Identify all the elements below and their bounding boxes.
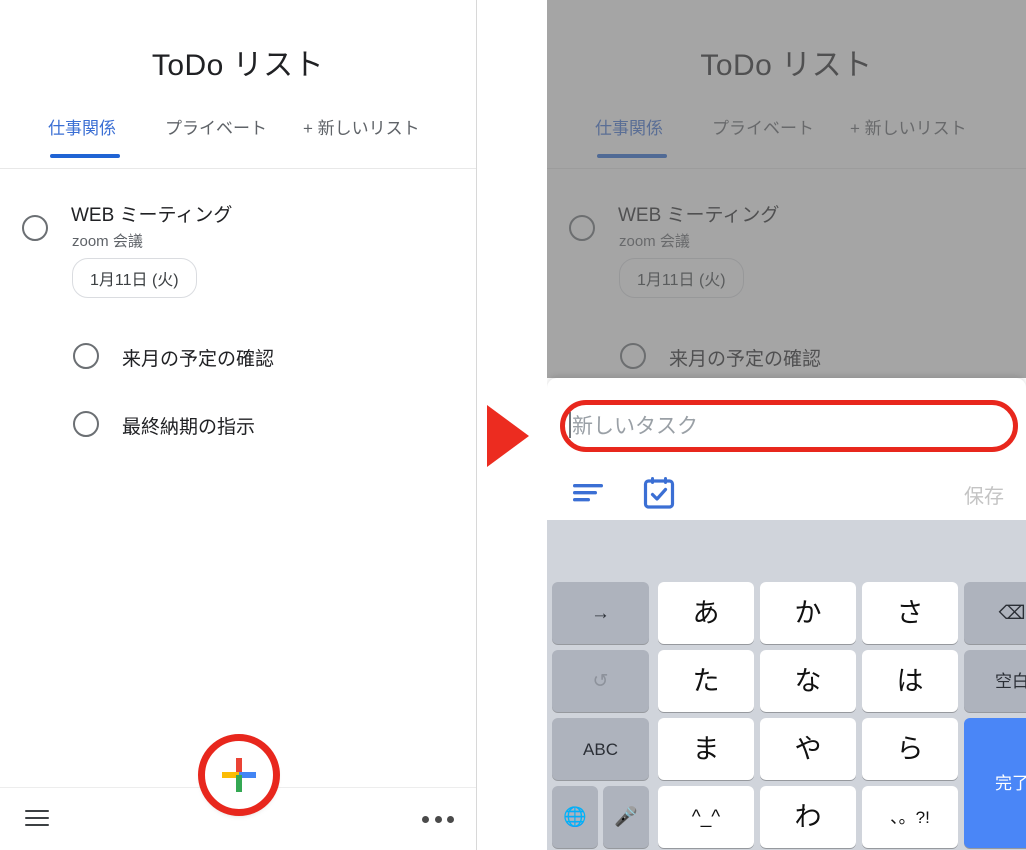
task-title: 来月の予定の確認 <box>122 349 275 370</box>
key-ta[interactable]: た <box>658 650 754 712</box>
todo-app-left: ToDo リスト 仕事関係 プライベート + 新しいリスト WEB ミーティング… <box>0 0 476 850</box>
task-checkbox-circle-icon[interactable] <box>22 215 48 241</box>
key-punct-label: 、。?! <box>890 807 930 827</box>
key-ha-label: は <box>896 665 924 696</box>
software-keyboard: → あ か さ ⌫ ↺ た な は 空白 ABC ま や ら完了 🌐 🎤 ^_^ わ 、。?! <box>547 520 1026 850</box>
key-emoticon-label: ^_^ <box>691 806 721 828</box>
key-ya-label: や <box>794 733 822 764</box>
key-wa-label: わ <box>794 801 822 832</box>
phone-screen-after: ToDo リスト 仕事関係 プライベート + 新しいリスト WEB ミーティング… <box>547 0 1026 850</box>
task-row[interactable]: 最終納期の指示 <box>0 398 476 458</box>
key-ra-label: ら <box>896 733 924 764</box>
key-wa[interactable]: わ <box>760 786 856 848</box>
suggestion-strip <box>547 520 1026 582</box>
key-ta-label: た <box>692 665 720 696</box>
phone-screen-before: ToDo リスト 仕事関係 プライベート + 新しいリスト WEB ミーティング… <box>0 0 477 850</box>
key-na-label: な <box>794 665 822 696</box>
key-ka[interactable]: か <box>760 582 856 644</box>
key-space-label: 空白 <box>995 671 1026 691</box>
key-sa-label: さ <box>896 597 924 628</box>
task-title: 最終納期の指示 <box>122 417 256 438</box>
key-mic-label: 🎤 <box>614 806 638 828</box>
key-punct[interactable]: 、。?! <box>862 786 958 848</box>
task-checkbox-circle-icon[interactable] <box>73 343 99 369</box>
input-highlight-annotation <box>560 400 1018 452</box>
key-done-label: 完了 <box>995 773 1026 793</box>
key-abc-label: ABC <box>583 739 618 759</box>
key-ma-label: ま <box>692 733 720 764</box>
key-undo[interactable]: ↺ <box>552 650 649 712</box>
page-title: ToDo リスト <box>151 49 325 82</box>
task-row[interactable]: 来月の予定の確認 <box>0 330 476 390</box>
task-due-date-chip[interactable]: 1月11日 (火) <box>72 258 197 298</box>
description-lines-icon[interactable] <box>573 482 607 504</box>
tab-work[interactable]: 仕事関係 <box>48 114 116 139</box>
key-backspace-label: ⌫ <box>998 602 1026 624</box>
tab-private[interactable]: プライベート <box>165 114 267 139</box>
key-globe[interactable]: 🌐 <box>552 786 598 848</box>
key-ra[interactable]: ら <box>862 718 958 780</box>
key-globe-label: 🌐 <box>563 806 587 828</box>
task-note: zoom 会議 <box>72 233 143 250</box>
task-row[interactable]: WEB ミーティング zoom 会議 1月11日 (火) <box>0 180 476 298</box>
overflow-dots-icon[interactable] <box>422 816 454 823</box>
key-na[interactable]: な <box>760 650 856 712</box>
key-arrow-right[interactable]: → <box>552 582 649 644</box>
fab-highlight-annotation <box>198 734 280 816</box>
tab-active-indicator <box>50 154 120 158</box>
task-title: WEB ミーティング <box>71 205 233 226</box>
key-ka-label: か <box>794 597 822 628</box>
step-arrow-icon <box>487 405 529 467</box>
save-button[interactable]: 保存 <box>964 480 1004 509</box>
keyboard-key-grid: → あ か さ ⌫ ↺ た な は 空白 ABC ま や ら完了 🌐 🎤 ^_^ わ 、。?! <box>547 582 1026 850</box>
tab-new-list[interactable]: + 新しいリスト <box>303 114 420 139</box>
key-abc[interactable]: ABC <box>552 718 649 780</box>
key-mic[interactable]: 🎤 <box>603 786 649 848</box>
key-undo-label: ↺ <box>592 670 609 692</box>
key-backspace[interactable]: ⌫ <box>964 582 1026 644</box>
key-sa[interactable]: さ <box>862 582 958 644</box>
key-a-label: あ <box>692 597 720 628</box>
screenshot-stage: ToDo リスト 仕事関係 プライベート + 新しいリスト WEB ミーティング… <box>0 0 1026 850</box>
modal-dim-overlay[interactable] <box>547 0 1026 378</box>
hamburger-menu-icon[interactable] <box>25 810 49 826</box>
key-a[interactable]: あ <box>658 582 754 644</box>
tab-divider <box>0 168 476 169</box>
key-emoticon[interactable]: ^_^ <box>658 786 754 848</box>
tab-bar: 仕事関係 プライベート + 新しいリスト <box>0 114 476 164</box>
task-checkbox-circle-icon[interactable] <box>73 411 99 437</box>
key-ha[interactable]: は <box>862 650 958 712</box>
key-done[interactable]: 完了 <box>964 718 1026 848</box>
key-space[interactable]: 空白 <box>964 650 1026 712</box>
key-ya[interactable]: や <box>760 718 856 780</box>
key-ma[interactable]: ま <box>658 718 754 780</box>
calendar-check-icon[interactable] <box>643 476 675 510</box>
add-task-sheet: 新しいタスク 保存 <box>547 378 1026 520</box>
todo-app-right: ToDo リスト 仕事関係 プライベート + 新しいリスト WEB ミーティング… <box>547 0 1026 850</box>
sheet-action-row: 保存 <box>547 470 1026 516</box>
key-arrow-right-label: → <box>591 602 610 624</box>
